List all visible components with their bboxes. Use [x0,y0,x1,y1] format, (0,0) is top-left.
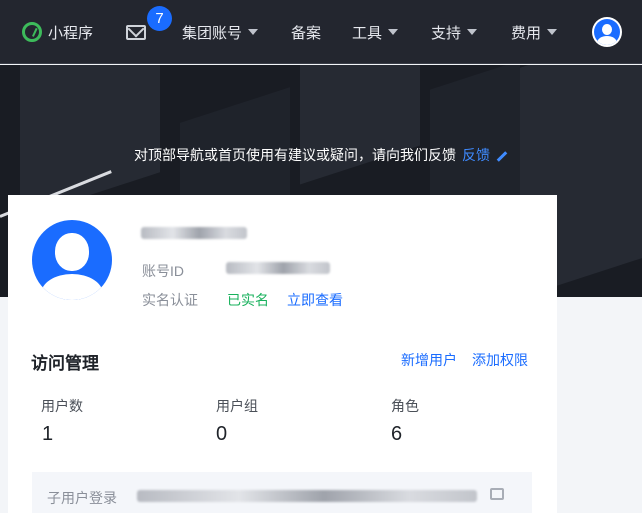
chevron-down-icon [388,29,399,35]
support-menu[interactable]: 支持 [431,0,478,64]
role-value[interactable]: 6 [391,423,402,446]
copy-icon[interactable] [490,488,504,500]
user-count-value[interactable]: 1 [42,423,53,446]
billing-menu[interactable]: 费用 [511,0,558,64]
view-verification-link[interactable]: 立即查看 [287,290,343,310]
role-label: 角色 [391,398,419,414]
feedback-text: 对顶部导航或首页使用有建议或疑问，请向我们反馈 [134,147,456,163]
redacted-account-name [141,227,247,239]
tools-menu[interactable]: 工具 [352,0,399,64]
user-group-value[interactable]: 0 [216,423,227,446]
filing-label: 备案 [291,24,322,42]
mini-program-label: 小程序 [48,24,94,42]
account-card: 账号ID 实名认证 已实名 立即查看 访问管理 新增用户 添加权限 用户数 1 … [8,195,557,513]
billing-label: 费用 [511,24,542,42]
chevron-down-icon [248,29,259,35]
support-label: 支持 [431,24,462,42]
group-account-label: 集团账号 [182,24,243,42]
message-count-badge: 7 [147,6,172,31]
user-avatar-icon [592,17,622,47]
chevron-down-icon [547,29,558,35]
user-count-label: 用户数 [41,398,83,414]
user-group-label: 用户组 [216,398,258,414]
add-user-link[interactable]: 新增用户 [401,350,457,370]
sub-user-login-box: 子用户登录 [32,472,532,513]
tools-label: 工具 [352,24,383,42]
verification-label: 实名认证 [142,292,198,308]
account-avatar[interactable] [32,220,112,300]
page-background [557,297,642,513]
redacted-account-id [226,262,330,274]
feedback-link[interactable]: 反馈 [462,147,490,163]
mail-icon [126,24,146,40]
pencil-icon[interactable] [496,150,508,162]
messages-button[interactable] [126,0,146,64]
verification-status: 已实名 [227,292,269,308]
top-navigation: 小程序 7 集团账号 备案 工具 支持 费用 [0,0,642,64]
account-id-label: 账号ID [142,263,184,279]
access-management-title: 访问管理 [31,354,99,373]
filing-link[interactable]: 备案 [291,0,321,64]
sub-user-login-label: 子用户登录 [47,490,117,506]
mini-program-link[interactable]: 小程序 [22,0,93,64]
user-avatar-button[interactable] [592,0,622,64]
redacted-login-url [137,490,477,502]
mini-program-icon [22,22,42,42]
feedback-message: 对顶部导航或首页使用有建议或疑问，请向我们反馈 反馈 [0,145,642,165]
group-account-menu[interactable]: 集团账号 [182,0,259,64]
chevron-down-icon [467,29,478,35]
add-permission-link[interactable]: 添加权限 [472,350,528,370]
